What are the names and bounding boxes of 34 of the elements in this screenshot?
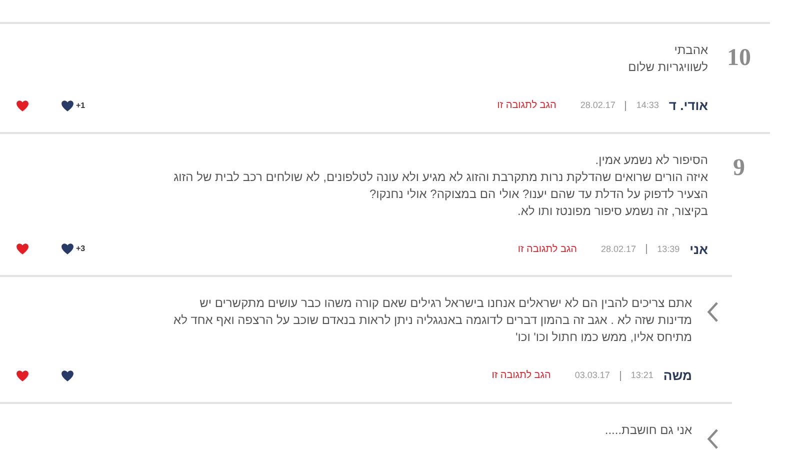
comment-text: הסיפור לא נשמע אמין.: [595, 152, 708, 168]
comment-date: 03.03.17: [574, 369, 610, 382]
author-name: משה: [663, 367, 692, 385]
comment-text: אתם צריכים להבין הם לא ישראלים אנחנו בישראל רגילים שאם קורה משהו כבר עושים מתקשרים יש: [200, 295, 692, 312]
comment-number: 10: [727, 44, 751, 70]
comment-text: הצעיר לדפוק על הדלת עד שהם יענו? אולי הם במצוקה? אולי נחנקו?: [369, 186, 708, 202]
reply-link[interactable]: הגב לתגובה זו: [518, 242, 578, 257]
comment-text: מדינות שזה לא . אגב זה בהמון דברים לדוגמה באנגגליה ניתן לראות בנאדם שוכב על הרצפה ואף אחד לא: [174, 312, 692, 329]
comment-number: 9: [733, 154, 745, 180]
author-name: אודי. ד: [668, 97, 708, 115]
like-count: +1: [76, 100, 86, 112]
comment-time: 13:39: [657, 242, 680, 256]
comment-date: 28.02.17: [580, 99, 616, 112]
like-count: +3: [76, 243, 86, 256]
heart-icon[interactable]: [61, 243, 74, 256]
heart-icon[interactable]: [61, 370, 74, 382]
comment-text: אהבתי: [674, 42, 708, 59]
comment-text: לשוויגריות שלום: [628, 59, 708, 76]
comment-time: 13:21: [630, 369, 654, 382]
heart-icon[interactable]: [16, 370, 29, 382]
comment-text: איזה הורים שרואים שהדלקת נרות מתקרבת והזוג לא מגיע ולא עונה לטלפונים, לא שולחים רכב לבית של הזוג: [174, 168, 708, 186]
comment-time: 14:33: [636, 99, 659, 112]
comment-text: מתיחס אליו, ממש כמו חתול וכו' וכו': [515, 329, 692, 346]
chevron-left-icon[interactable]: [706, 301, 718, 323]
heart-icon[interactable]: [16, 243, 29, 256]
comment-text: בקיצור, זה נשמע סיפור מפונטז ותו לא.: [518, 202, 708, 220]
reply-link[interactable]: הגב לתגובה זו: [492, 368, 551, 384]
heart-icon[interactable]: [16, 100, 29, 112]
comment-date: 28.02.17: [601, 242, 636, 256]
chevron-left-icon[interactable]: [706, 428, 718, 450]
heart-icon[interactable]: [61, 100, 74, 112]
comment-text: אני גם חושבת.....: [604, 422, 692, 438]
reply-link[interactable]: הגב לתגובה זו: [497, 98, 556, 114]
author-name: אני: [690, 240, 708, 258]
